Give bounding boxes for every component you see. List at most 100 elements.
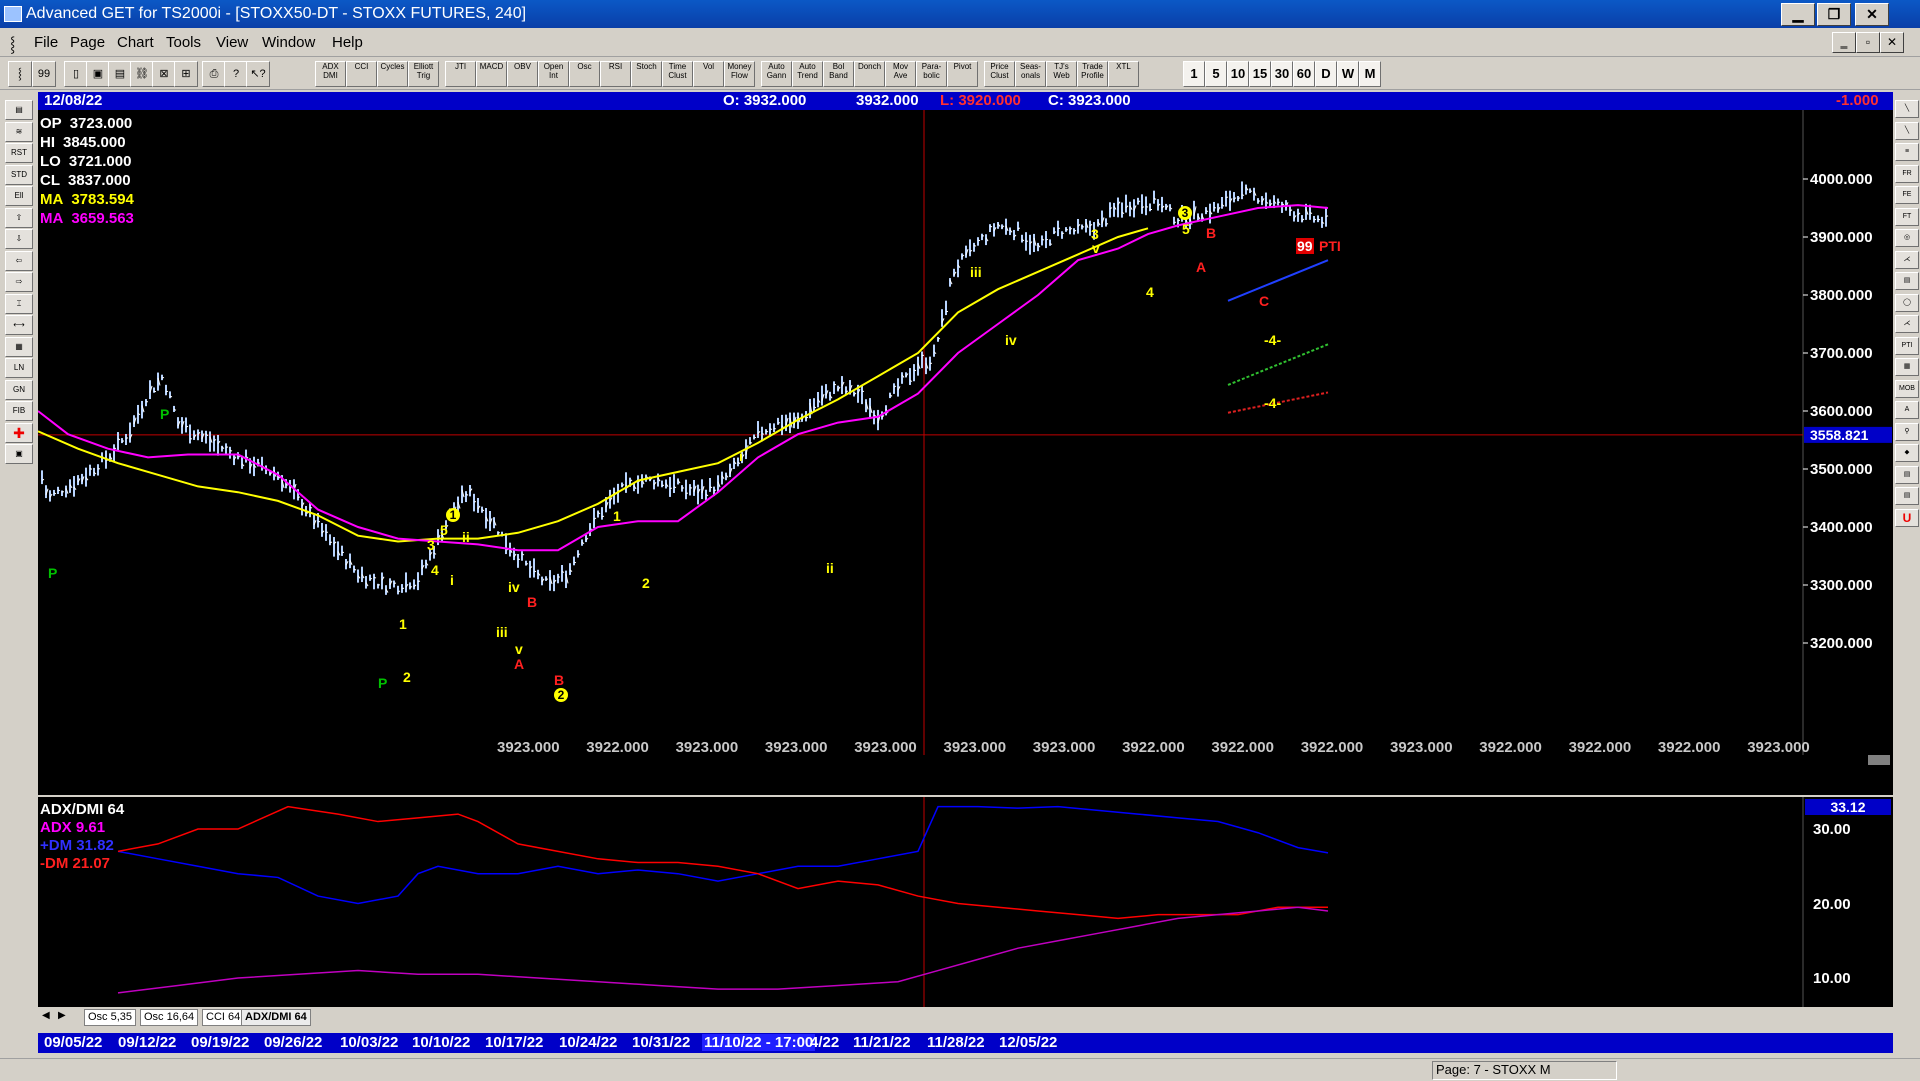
context-help-icon[interactable]: ↖? bbox=[246, 61, 270, 87]
grid-icon[interactable]: ⊞ bbox=[174, 61, 198, 87]
ellipse-icon[interactable]: ◯ bbox=[1895, 294, 1919, 312]
timeframe-w-button[interactable]: W bbox=[1337, 61, 1359, 87]
fib-ext-icon[interactable]: FE bbox=[1895, 186, 1919, 204]
timeframe-m-button[interactable]: M bbox=[1359, 61, 1381, 87]
fib-ret-icon[interactable]: FR bbox=[1895, 165, 1919, 183]
adx-chart[interactable]: ADX/DMI 64 ADX 9.61 +DM 31.82 -DM 21.07 … bbox=[38, 797, 1893, 1007]
menu-help[interactable]: Help bbox=[332, 34, 363, 51]
arrow-right-icon[interactable]: ⇨ bbox=[5, 272, 33, 292]
minimize-button[interactable]: ▁ bbox=[1781, 3, 1815, 26]
tab-osc-5-35[interactable]: Osc 5,35 bbox=[84, 1009, 136, 1026]
study-pivot-button[interactable]: Pivot bbox=[947, 61, 978, 87]
close-button[interactable]: ✕ bbox=[1855, 3, 1889, 26]
matrix-icon[interactable]: ▦ bbox=[1895, 358, 1919, 376]
lines-icon[interactable]: ⋌ bbox=[1895, 315, 1919, 333]
study-obv-button[interactable]: OBV bbox=[507, 61, 538, 87]
study-rsi-button[interactable]: RSI bbox=[600, 61, 631, 87]
study-jti-button[interactable]: JTI bbox=[445, 61, 476, 87]
study-stoch-button[interactable]: Stoch bbox=[631, 61, 662, 87]
study-auto-trend-button[interactable]: Auto Trend bbox=[792, 61, 823, 87]
menu-chart[interactable]: Chart bbox=[117, 34, 154, 51]
page-icon[interactable]: ▤ bbox=[1895, 466, 1919, 484]
mdi-close-button[interactable]: ✕ bbox=[1880, 32, 1904, 53]
study-donch-button[interactable]: Donch bbox=[854, 61, 885, 87]
menu-page[interactable]: Page bbox=[70, 34, 105, 51]
fib-icon[interactable]: FIB bbox=[5, 401, 33, 421]
study-time-clust-button[interactable]: Time Clust bbox=[662, 61, 693, 87]
fib-time-icon[interactable]: FT bbox=[1895, 208, 1919, 226]
tab-cci-64[interactable]: CCI 64 bbox=[202, 1009, 244, 1026]
mob-icon[interactable]: MOB bbox=[1895, 380, 1919, 398]
study-adx-dmi-button[interactable]: ADX DMI bbox=[315, 61, 346, 87]
new-page-icon[interactable]: ▯ bbox=[64, 61, 88, 87]
study-trade-profile-button[interactable]: Trade Profile bbox=[1077, 61, 1108, 87]
study-auto-gann-button[interactable]: Auto Gann bbox=[761, 61, 792, 87]
text-icon[interactable]: A bbox=[1895, 401, 1919, 419]
reset-icon[interactable]: RST bbox=[5, 143, 33, 163]
pen-icon[interactable]: ≡ bbox=[1895, 143, 1919, 161]
study-elliott-trig-button[interactable]: Elliott Trig bbox=[408, 61, 439, 87]
quote-icon[interactable]: 99 bbox=[32, 61, 56, 87]
arrow-up-icon[interactable]: ⇧ bbox=[5, 208, 33, 228]
pointer-icon[interactable]: ⸾ bbox=[8, 61, 32, 87]
menu-window[interactable]: Window bbox=[262, 34, 315, 51]
study-mov-ave-button[interactable]: Mov Ave bbox=[885, 61, 916, 87]
study-cycles-button[interactable]: Cycles bbox=[377, 61, 408, 87]
unit-icon[interactable]: U bbox=[1895, 509, 1919, 527]
link-icon[interactable]: ⛓ bbox=[130, 61, 154, 87]
fib-time-icon[interactable]: ⌶ bbox=[5, 294, 33, 314]
tab-adx-dmi-64[interactable]: ADX/DMI 64 bbox=[241, 1009, 311, 1026]
grid-icon[interactable]: ▦ bbox=[5, 337, 33, 357]
study-open-int-button[interactable]: Open Int bbox=[538, 61, 569, 87]
timeframe-30-button[interactable]: 30 bbox=[1271, 61, 1293, 87]
study-vol-button[interactable]: Vol bbox=[693, 61, 724, 87]
pti-icon[interactable]: PTI bbox=[1895, 337, 1919, 355]
timeframe-10-button[interactable]: 10 bbox=[1227, 61, 1249, 87]
marker-icon[interactable]: ⬥ bbox=[1895, 444, 1919, 462]
print-icon[interactable]: ▤ bbox=[5, 100, 33, 120]
study-osc-button[interactable]: Osc bbox=[569, 61, 600, 87]
timeframe-5-button[interactable]: 5 bbox=[1205, 61, 1227, 87]
draw-icon[interactable]: ╲ bbox=[1895, 122, 1919, 140]
mdi-minimize-button[interactable]: ‗ bbox=[1832, 32, 1856, 53]
mdi-restore-button[interactable]: ▫ bbox=[1856, 32, 1880, 53]
price-chart[interactable]: 12/08/22 O: 3932.000 3932.000 L: 3920.00… bbox=[38, 92, 1893, 795]
split-icon[interactable]: ⊠ bbox=[152, 61, 176, 87]
help-icon[interactable]: ? bbox=[224, 61, 248, 87]
menu-tools[interactable]: Tools bbox=[166, 34, 201, 51]
layout-icon[interactable]: ▤ bbox=[1895, 487, 1919, 505]
arrow-down-icon[interactable]: ⇩ bbox=[5, 229, 33, 249]
study-price-clust-button[interactable]: Price Clust bbox=[984, 61, 1015, 87]
study-money-flow-button[interactable]: Money Flow bbox=[724, 61, 755, 87]
menu-file[interactable]: File bbox=[34, 34, 58, 51]
adx-plot[interactable] bbox=[38, 797, 1893, 1007]
tab-scroll-left-icon[interactable]: ◀ bbox=[42, 1010, 50, 1021]
channel-icon[interactable]: ⟷ bbox=[5, 315, 33, 335]
crosshair-icon[interactable]: ✚ bbox=[5, 423, 33, 443]
tab-osc-16-64[interactable]: Osc 16,64 bbox=[140, 1009, 198, 1026]
timeframe-15-button[interactable]: 15 bbox=[1249, 61, 1271, 87]
timeframe-1-button[interactable]: 1 bbox=[1183, 61, 1205, 87]
elliott-icon[interactable]: Ell bbox=[5, 186, 33, 206]
gann-icon[interactable]: ≋ bbox=[5, 122, 33, 142]
timeframe-d-button[interactable]: D bbox=[1315, 61, 1337, 87]
wand-icon[interactable]: ╲ bbox=[1895, 100, 1919, 118]
study-icon[interactable]: STD bbox=[5, 165, 33, 185]
lines-icon[interactable]: LN bbox=[5, 358, 33, 378]
print-icon[interactable]: ⎙ bbox=[202, 61, 226, 87]
study-bol-band-button[interactable]: Bol Band bbox=[823, 61, 854, 87]
arrow-left-icon[interactable]: ⇦ bbox=[5, 251, 33, 271]
copy-page-icon[interactable]: ▣ bbox=[86, 61, 110, 87]
study-xtl-button[interactable]: XTL bbox=[1108, 61, 1139, 87]
gann-fan-icon[interactable]: GN bbox=[5, 380, 33, 400]
zoom-icon[interactable]: ⚲ bbox=[1895, 423, 1919, 441]
study-tj-s-web-button[interactable]: TJ's Web bbox=[1046, 61, 1077, 87]
price-plot[interactable]: 4000.0003900.0003800.0003700.0003600.000… bbox=[38, 110, 1893, 795]
open-icon[interactable]: ▤ bbox=[108, 61, 132, 87]
grid-icon[interactable]: ▤ bbox=[1895, 272, 1919, 290]
study-macd-button[interactable]: MACD bbox=[476, 61, 507, 87]
maximize-button[interactable]: ❐ bbox=[1817, 3, 1851, 26]
menu-view[interactable]: View bbox=[216, 34, 248, 51]
timeframe-60-button[interactable]: 60 bbox=[1293, 61, 1315, 87]
study-cci-button[interactable]: CCI bbox=[346, 61, 377, 87]
